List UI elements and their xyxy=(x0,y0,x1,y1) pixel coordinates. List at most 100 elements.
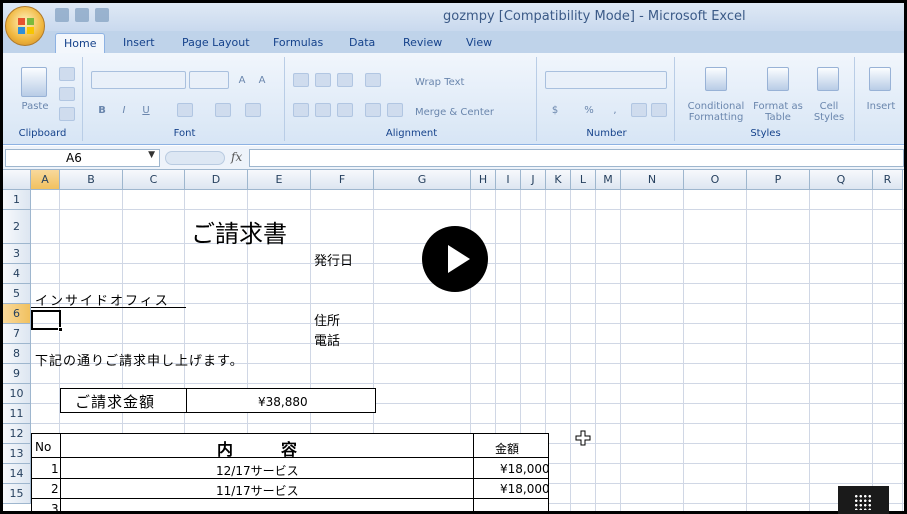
align-left-icon[interactable] xyxy=(293,103,309,117)
tab-insert[interactable]: Insert xyxy=(115,33,163,53)
column-header-g[interactable]: G xyxy=(374,170,471,190)
active-cell-cursor[interactable] xyxy=(31,310,63,332)
insert-button[interactable]: Insert xyxy=(861,101,901,112)
paste-button[interactable]: Paste xyxy=(15,101,55,112)
client-underline xyxy=(31,307,186,308)
shrink-font-button[interactable]: A xyxy=(255,75,269,86)
redo-icon[interactable] xyxy=(95,8,109,22)
insert-cells-icon[interactable] xyxy=(869,67,891,91)
column-header-p[interactable]: P xyxy=(747,170,810,190)
row-header-4[interactable]: 4 xyxy=(3,264,31,284)
align-top-icon[interactable] xyxy=(293,73,309,87)
undo-icon[interactable] xyxy=(75,8,89,22)
column-header-b[interactable]: B xyxy=(60,170,123,190)
column-header-r[interactable]: R xyxy=(873,170,903,190)
apps-grid-button[interactable] xyxy=(838,486,889,514)
merge-center-button[interactable]: Merge & Center xyxy=(415,107,515,118)
decrease-decimal-icon[interactable] xyxy=(651,103,667,117)
conditional-formatting-button[interactable]: Conditional Formatting xyxy=(681,101,751,123)
column-header-d[interactable]: D xyxy=(185,170,248,190)
decrease-indent-icon[interactable] xyxy=(365,103,381,117)
align-middle-icon[interactable] xyxy=(315,73,331,87)
chevron-down-icon[interactable]: ▼ xyxy=(148,150,155,160)
select-all-corner[interactable] xyxy=(3,170,31,190)
underline-button[interactable]: U xyxy=(139,105,153,116)
row-header-8[interactable]: 8 xyxy=(3,344,31,364)
play-button[interactable] xyxy=(422,226,488,292)
wrap-text-button[interactable]: Wrap Text xyxy=(415,77,490,88)
conditional-formatting-icon[interactable] xyxy=(705,67,727,91)
font-name-select[interactable] xyxy=(91,71,186,89)
column-header-e[interactable]: E xyxy=(248,170,311,190)
row-header-11[interactable]: 11 xyxy=(3,404,31,424)
row-header-2[interactable]: 2 xyxy=(3,210,31,244)
column-header-j[interactable]: J xyxy=(521,170,546,190)
italic-button[interactable]: I xyxy=(117,105,131,116)
number-format-select[interactable] xyxy=(545,71,667,89)
gridline-horizontal xyxy=(31,323,904,324)
currency-button[interactable]: $ xyxy=(549,105,561,116)
orientation-icon[interactable] xyxy=(365,73,381,87)
column-header-k[interactable]: K xyxy=(546,170,571,190)
column-header-n[interactable]: N xyxy=(621,170,684,190)
row-header-14[interactable]: 14 xyxy=(3,464,31,484)
cell-styles-icon[interactable] xyxy=(817,67,839,91)
tab-view[interactable]: View xyxy=(458,33,500,53)
tab-page-layout[interactable]: Page Layout xyxy=(174,33,258,53)
tab-data[interactable]: Data xyxy=(341,33,383,53)
gridline-horizontal xyxy=(31,383,904,384)
percent-button[interactable]: % xyxy=(583,105,595,116)
increase-decimal-icon[interactable] xyxy=(631,103,647,117)
row-header-5[interactable]: 5 xyxy=(3,284,31,304)
row-header-3[interactable]: 3 xyxy=(3,244,31,264)
formula-bar-handle[interactable] xyxy=(165,151,225,165)
column-header-m[interactable]: M xyxy=(596,170,621,190)
office-button[interactable] xyxy=(5,6,45,46)
name-box[interactable]: A6 ▼ xyxy=(5,149,160,167)
fill-color-icon[interactable] xyxy=(215,103,231,117)
column-header-l[interactable]: L xyxy=(571,170,596,190)
format-as-table-icon[interactable] xyxy=(767,67,789,91)
column-header-f[interactable]: F xyxy=(311,170,374,190)
column-header-i[interactable]: I xyxy=(496,170,521,190)
column-header-q[interactable]: Q xyxy=(810,170,873,190)
copy-icon[interactable] xyxy=(59,87,75,101)
fill-handle[interactable] xyxy=(58,327,63,332)
paste-icon[interactable] xyxy=(21,67,47,97)
increase-indent-icon[interactable] xyxy=(387,103,403,117)
column-header-c[interactable]: C xyxy=(123,170,185,190)
align-bottom-icon[interactable] xyxy=(337,73,353,87)
format-painter-icon[interactable] xyxy=(59,107,75,121)
row-header-7[interactable]: 7 xyxy=(3,324,31,344)
column-header-h[interactable]: H xyxy=(471,170,496,190)
row-header-15[interactable]: 15 xyxy=(3,484,31,504)
comma-button[interactable]: , xyxy=(609,105,621,116)
row-header-6[interactable]: 6 xyxy=(3,304,31,324)
grow-font-button[interactable]: A xyxy=(235,75,249,86)
column-header-o[interactable]: O xyxy=(684,170,747,190)
row-header-12[interactable]: 12 xyxy=(3,424,31,444)
gridline-horizontal xyxy=(31,209,904,210)
row-header-9[interactable]: 9 xyxy=(3,364,31,384)
format-as-table-button[interactable]: Format as Table xyxy=(753,101,803,123)
cut-icon[interactable] xyxy=(59,67,75,81)
bold-button[interactable]: B xyxy=(95,105,109,116)
row-header-13[interactable]: 13 xyxy=(3,444,31,464)
worksheet-grid[interactable]: ABCDEFGHIJKLMNOPQR 1 2 3 4 5 6 7 8 9 10 11 12 13 14 15… xyxy=(3,170,904,511)
borders-icon[interactable] xyxy=(177,103,193,117)
font-color-icon[interactable] xyxy=(245,103,261,117)
align-right-icon[interactable] xyxy=(337,103,353,117)
font-size-select[interactable] xyxy=(189,71,229,89)
column-header-a[interactable]: A xyxy=(31,170,60,190)
row-header-1[interactable]: 1 xyxy=(3,190,31,210)
save-icon[interactable] xyxy=(55,8,69,22)
align-center-icon[interactable] xyxy=(315,103,331,117)
cell-styles-button[interactable]: Cell Styles xyxy=(809,101,849,123)
alignment-group-label: Alignment xyxy=(385,128,438,139)
insert-function-icon[interactable]: fx xyxy=(231,150,242,164)
row-header-10[interactable]: 10 xyxy=(3,384,31,404)
tab-home[interactable]: Home xyxy=(55,33,106,53)
tab-formulas[interactable]: Formulas xyxy=(265,33,331,53)
formula-input[interactable] xyxy=(249,149,904,167)
tab-review[interactable]: Review xyxy=(395,33,450,53)
